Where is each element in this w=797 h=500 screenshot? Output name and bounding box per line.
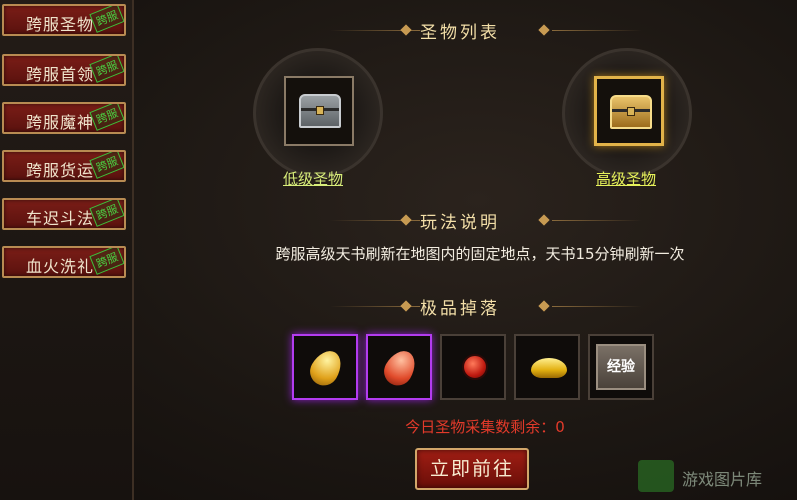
drop-slot-red-orb[interactable] [440,334,506,400]
low-relic-slot[interactable] [284,76,354,146]
sidebar-item-label: 跨服魔神 [26,113,95,132]
sidebar-item-chechi-duel[interactable]: 车迟斗法 跨服 [2,198,126,230]
watermark: 游戏图片库 [638,458,788,494]
divider [552,306,642,307]
drop-slot-red-gem[interactable] [366,334,432,400]
sidebar-item-label: 跨服货运 [26,161,95,180]
cross-server-stamp: 跨服 [89,104,124,131]
cross-server-stamp: 跨服 [89,56,124,83]
silver-chest-icon [299,94,341,128]
red-orb-icon [462,354,488,380]
cross-server-stamp: 跨服 [89,248,124,275]
go-now-button[interactable]: 立即前往 [415,448,529,490]
sidebar-item-blood-fire[interactable]: 血火洗礼 跨服 [2,246,126,278]
sidebar: 跨服圣物 跨服 跨服首领 跨服 跨服魔神 跨服 跨服货运 跨服 车迟斗法 跨服 … [0,0,134,500]
sidebar-item-cross-relic[interactable]: 跨服圣物 跨服 [2,4,126,36]
sidebar-item-label: 血火洗礼 [26,257,95,276]
cube-logo-icon [638,460,674,492]
watermark-text: 游戏图片库 [682,470,763,489]
game-panel: 跨服圣物 跨服 跨服首领 跨服 跨服魔神 跨服 跨服货运 跨服 车迟斗法 跨服 … [0,0,797,500]
gold-chest-icon [610,95,652,129]
gold-ingot-icon [531,358,567,378]
cross-server-stamp: 跨服 [89,200,124,227]
divider [552,220,642,221]
high-relic-link[interactable]: 高级圣物 [596,168,656,189]
rules-description: 跨服高级天书刷新在地图内的固定地点，天书15分钟刷新一次 [275,245,685,263]
sidebar-item-label: 跨服圣物 [26,15,95,34]
remaining-collect-count: 今日圣物采集数剩余：0 [405,418,565,436]
sidebar-item-label: 车迟斗法 [26,209,95,228]
red-gem-icon [378,345,422,391]
experience-icon: 经验 [596,344,646,390]
cross-server-stamp: 跨服 [89,152,124,179]
high-relic-slot[interactable] [594,76,664,146]
sidebar-item-cross-cargo[interactable]: 跨服货运 跨服 [2,150,126,182]
low-relic-link[interactable]: 低级圣物 [283,168,343,189]
yellow-gem-icon [304,345,348,391]
sidebar-item-cross-boss[interactable]: 跨服首领 跨服 [2,54,126,86]
drop-slot-gold-ingot[interactable] [514,334,580,400]
drop-slot-experience[interactable]: 经验 [588,334,654,400]
divider [552,30,642,31]
sidebar-item-cross-demon[interactable]: 跨服魔神 跨服 [2,102,126,134]
cross-server-stamp: 跨服 [89,6,124,33]
drop-slot-yellow-gem[interactable] [292,334,358,400]
sidebar-item-label: 跨服首领 [26,65,95,84]
